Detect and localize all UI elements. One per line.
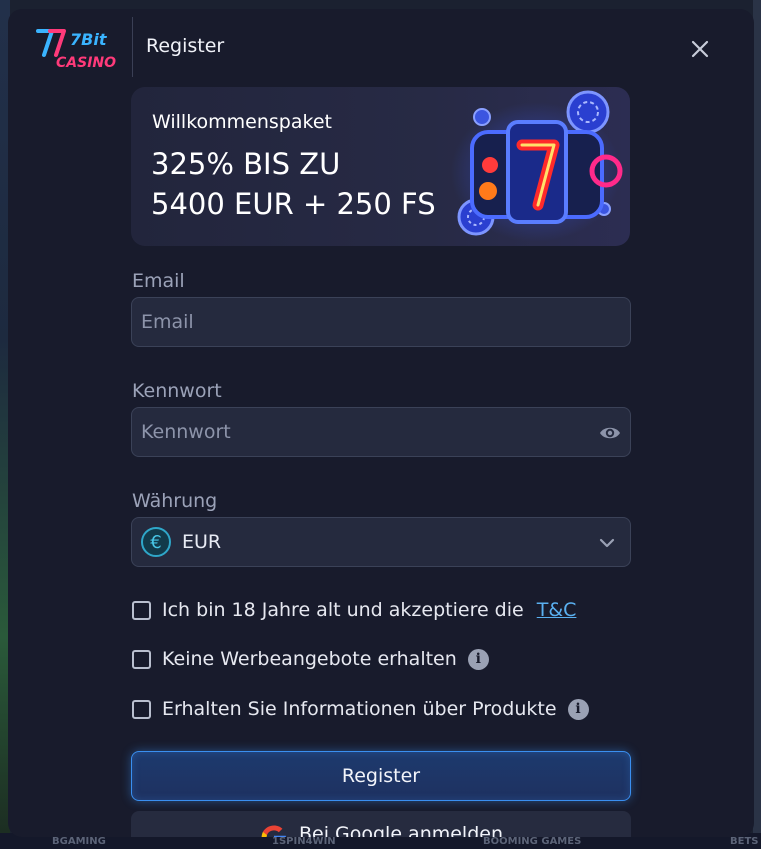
password-field[interactable]: Kennwort	[131, 407, 631, 457]
provider-label: BOOMING GAMES	[483, 836, 582, 847]
close-icon	[691, 40, 709, 58]
info-icon[interactable]: i	[567, 698, 589, 720]
terms-link[interactable]: T&C	[537, 599, 577, 621]
password-placeholder: Kennwort	[141, 421, 231, 443]
promo-label: Willkommenspaket	[152, 111, 332, 133]
background-page-right	[753, 0, 761, 849]
info-icon[interactable]: i	[467, 648, 489, 670]
currency-label: Währung	[132, 490, 218, 512]
eye-icon[interactable]	[599, 422, 621, 444]
google-signin-button[interactable]: Bei Google anmelden	[131, 811, 631, 837]
register-modal: 7Bit CASINO Register Willkommenspaket 32…	[8, 9, 754, 837]
chevron-down-icon	[599, 538, 615, 548]
terms-checkbox-row: Ich bin 18 Jahre alt und akzeptiere die …	[132, 599, 576, 621]
logo-top-text: 7Bit	[70, 30, 108, 49]
no-promo-checkbox[interactable]	[132, 649, 151, 669]
email-field[interactable]: Email	[131, 297, 631, 347]
promo-bonus-line: 5400 EUR + 250 FS	[151, 187, 436, 221]
provider-label: BETS	[730, 836, 759, 847]
register-button[interactable]: Register	[131, 751, 631, 801]
no-promo-checkbox-row: Keine Werbeangebote erhalten i	[132, 648, 489, 670]
google-button-label: Bei Google anmelden	[298, 823, 504, 837]
euro-icon: €	[141, 527, 171, 557]
product-info-text: Erhalten Sie Informationen über Produkte	[162, 698, 557, 720]
provider-label: 1SPIN4WIN	[272, 836, 336, 847]
modal-title: Register	[146, 35, 225, 57]
terms-checkbox[interactable]	[132, 600, 151, 620]
product-info-checkbox-row: Erhalten Sie Informationen über Produkte…	[132, 698, 589, 720]
password-label: Kennwort	[132, 380, 222, 402]
currency-value: EUR	[182, 531, 222, 553]
currency-select[interactable]: € EUR	[131, 517, 631, 567]
header-divider	[132, 17, 133, 77]
email-placeholder: Email	[141, 311, 194, 333]
logo-bottom-text: CASINO	[56, 55, 116, 71]
promo-amount-line: 325% BIS ZU	[151, 147, 341, 181]
terms-text: Ich bin 18 Jahre alt und akzeptiere die	[162, 599, 524, 621]
provider-label: BGAMING	[52, 836, 106, 847]
casino-logo: 7Bit CASINO	[36, 29, 116, 71]
close-button[interactable]	[685, 34, 715, 64]
slot-machine-icon	[451, 90, 623, 242]
email-label: Email	[132, 270, 185, 292]
welcome-package-banner: Willkommenspaket 325% BIS ZU 5400 EUR + …	[131, 87, 630, 246]
modal-header: 7Bit CASINO Register	[8, 9, 754, 87]
no-promo-text: Keine Werbeangebote erhalten	[162, 648, 457, 670]
product-info-checkbox[interactable]	[132, 699, 151, 719]
google-icon	[261, 825, 286, 837]
